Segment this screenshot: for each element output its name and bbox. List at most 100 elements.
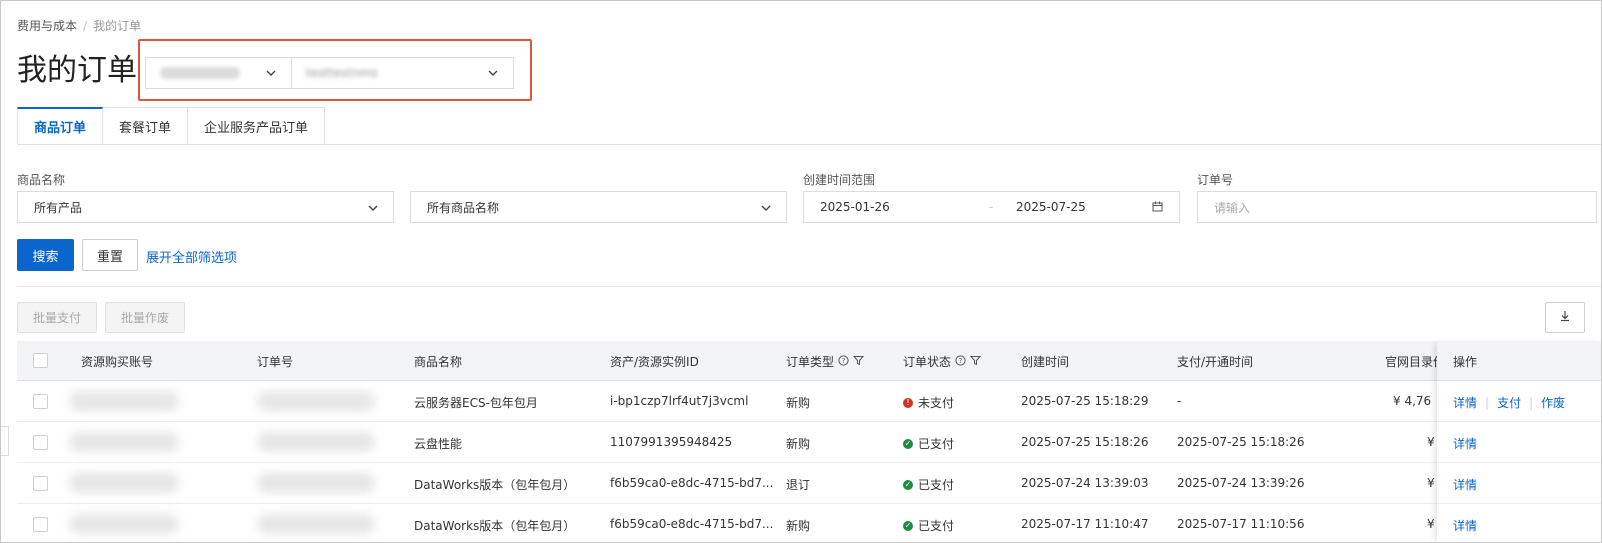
select-all-checkbox[interactable]	[33, 353, 48, 368]
detail-link[interactable]: 详情	[1453, 435, 1477, 452]
batch-void-button[interactable]: 批量作废	[105, 302, 185, 333]
status-text: 已支付	[918, 437, 955, 451]
operation-cell: 详情	[1437, 504, 1601, 542]
order-status-cell: ✓ 已支付	[903, 476, 954, 493]
account-value-blurred	[160, 67, 240, 79]
order-no-blurred	[257, 473, 375, 493]
order-type-cell: 新购	[786, 437, 811, 451]
tab-enterprise-orders[interactable]: 企业服务产品订单	[188, 107, 326, 145]
paid-time-cell: -	[1177, 394, 1182, 408]
created-time-cell: 2025-07-25 15:18:29	[1021, 394, 1149, 408]
buyer-account-blurred	[69, 391, 179, 411]
row-checkbox[interactable]	[33, 476, 48, 491]
col-order-type: 订单类型	[786, 355, 835, 369]
pay-link[interactable]: 支付	[1497, 394, 1521, 411]
created-time-cell: 2025-07-24 13:39:03	[1021, 476, 1149, 490]
operation-cell: 详情	[1437, 463, 1601, 504]
operation-header: 操作	[1437, 341, 1601, 381]
order-status-cell: ! 未支付	[903, 394, 954, 411]
col-order-status-wrap: 订单状态 ?	[903, 353, 982, 370]
status-text: 已支付	[918, 519, 955, 533]
col-order-status: 订单状态	[903, 355, 952, 369]
paid-status-icon: ✓	[903, 479, 913, 490]
filter-icon[interactable]	[969, 355, 982, 369]
col-buyer-account: 资源购买账号	[81, 355, 154, 369]
help-icon[interactable]: ?	[955, 354, 966, 369]
table-row[interactable]: 云服务器ECS-包年包月 i-bp1czp7lrf4ut7j3vcml 新购 !…	[17, 381, 1601, 422]
paid-time-cell: 2025-07-17 11:10:56	[1177, 517, 1305, 531]
filter-icon[interactable]	[852, 355, 865, 369]
col-order-no: 订单号	[257, 355, 294, 369]
breadcrumb-parent[interactable]: 费用与成本	[17, 19, 77, 33]
account-select[interactable]	[145, 57, 292, 89]
tab-package-orders[interactable]: 套餐订单	[103, 107, 189, 145]
svg-text:?: ?	[842, 357, 846, 365]
help-icon[interactable]: ?	[838, 354, 849, 369]
buyer-account-blurred	[69, 432, 179, 452]
operation-cell: 详情 | 支付 | 作废	[1437, 381, 1601, 422]
paid-status-icon: ✓	[903, 520, 913, 531]
paid-time-cell: 2025-07-25 15:18:26	[1177, 435, 1305, 449]
product-select[interactable]: 所有产品	[17, 191, 394, 223]
price-cell: ¥	[1427, 517, 1435, 531]
search-button[interactable]: 搜索	[17, 239, 74, 271]
void-link[interactable]: 作废	[1541, 394, 1565, 411]
page-title: 我的订单	[17, 53, 137, 88]
paid-time-cell: 2025-07-24 13:39:26	[1177, 476, 1305, 490]
row-checkbox[interactable]	[33, 517, 48, 532]
row-checkbox[interactable]	[33, 394, 48, 409]
detail-link[interactable]: 详情	[1453, 476, 1477, 493]
price-cell: ¥	[1427, 476, 1435, 490]
date-range-picker[interactable]: 2025-01-26 - 2025-07-25	[803, 191, 1180, 223]
side-collapse-handle[interactable]	[1, 426, 9, 456]
tabs-divider	[17, 144, 1601, 145]
order-type-cell: 退订	[786, 478, 811, 492]
order-no-input[interactable]: 请输入	[1197, 191, 1597, 223]
table-row[interactable]: DataWorks版本（包年包月） f6b59ca0-e8dc-4715-bd7…	[17, 463, 1601, 504]
product-select-value: 所有产品	[34, 200, 83, 215]
date-start[interactable]: 2025-01-26	[820, 200, 890, 214]
download-icon	[1559, 310, 1571, 325]
order-tabs: 商品订单 套餐订单 企业服务产品订单	[17, 107, 326, 145]
order-type-cell: 新购	[786, 396, 811, 410]
breadcrumb: 费用与成本 / 我的订单	[17, 17, 141, 34]
tab-product-orders[interactable]: 商品订单	[17, 107, 104, 145]
col-order-type-wrap: 订单类型 ?	[786, 353, 865, 370]
created-time-cell: 2025-07-25 15:18:26	[1021, 435, 1149, 449]
unpaid-status-icon: !	[903, 397, 913, 408]
link-divider: |	[1485, 395, 1490, 410]
instance-id-cell: f6b59ca0-e8dc-4715-bd7...	[610, 476, 774, 490]
operation-cell: 详情	[1437, 422, 1601, 463]
expand-filters-link[interactable]: 展开全部筛选项	[146, 247, 237, 266]
chevron-down-icon	[487, 67, 499, 79]
detail-link[interactable]: 详情	[1453, 517, 1477, 534]
calendar-icon[interactable]	[1152, 201, 1163, 215]
page-frame: 费用与成本 / 我的订单 我的订单 testtestnms 商品订单 套餐订单 企业…	[0, 0, 1602, 543]
chevron-down-icon	[265, 67, 277, 79]
date-end[interactable]: 2025-07-25	[1016, 200, 1086, 214]
user-value: testtestnms	[306, 66, 378, 80]
product-name-cell: 云盘性能	[414, 437, 463, 451]
reset-button[interactable]: 重置	[82, 239, 138, 271]
col-instance-id: 资产/资源实例ID	[610, 355, 699, 369]
chevron-down-icon	[367, 202, 379, 214]
table-row[interactable]: DataWorks版本（包年包月） f6b59ca0-e8dc-4715-bd7…	[17, 504, 1601, 542]
instance-id-cell: f6b59ca0-e8dc-4715-bd7...	[610, 517, 774, 531]
user-select[interactable]: testtestnms	[291, 57, 514, 89]
batch-pay-button[interactable]: 批量支付	[17, 302, 97, 333]
row-checkbox[interactable]	[33, 435, 48, 450]
download-button[interactable]	[1545, 302, 1585, 333]
paid-status-icon: ✓	[903, 438, 913, 449]
product-name-cell: DataWorks版本（包年包月）	[414, 519, 576, 533]
product-name-select[interactable]: 所有商品名称	[410, 191, 787, 223]
buyer-account-blurred	[69, 473, 179, 493]
product-name-select-value: 所有商品名称	[427, 200, 500, 215]
instance-id-cell: 1107991395948425	[610, 435, 733, 449]
table-row[interactable]: 云盘性能 1107991395948425 新购 ✓ 已支付 2025-07-25…	[17, 422, 1601, 463]
order-no-label: 订单号	[1197, 173, 1234, 187]
price-cell: ¥ 4,76	[1393, 394, 1432, 408]
col-operation: 操作	[1453, 355, 1478, 369]
section-divider	[17, 286, 1601, 287]
price-cell: ¥	[1427, 435, 1435, 449]
detail-link[interactable]: 详情	[1453, 394, 1477, 411]
